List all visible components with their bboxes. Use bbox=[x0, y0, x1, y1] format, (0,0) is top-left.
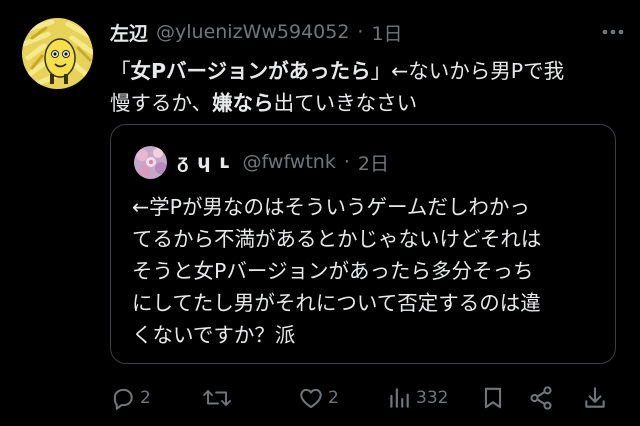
author-handle[interactable]: @yluenizWw594052 bbox=[156, 21, 349, 43]
fries-character-avatar bbox=[22, 18, 93, 89]
avatar[interactable] bbox=[22, 18, 93, 89]
quote-text-line: ←学Pが男なのはそういうゲームだしわかっ bbox=[132, 195, 530, 219]
download-button[interactable] bbox=[582, 383, 608, 413]
share-button[interactable] bbox=[528, 383, 554, 413]
action-bar: 2 2 332 bbox=[110, 383, 625, 413]
text-bold-phrase: 女Pバージョンがあったら bbox=[130, 59, 371, 83]
reply-count: 2 bbox=[140, 388, 151, 408]
views-count: 332 bbox=[416, 388, 449, 408]
tweet-text-line-1: 「女Pバージョンがあったら」←ないから男Pで我 bbox=[110, 55, 625, 87]
pink-floral-avatar bbox=[134, 146, 167, 179]
views-icon bbox=[390, 388, 409, 408]
quoted-tweet[interactable]: ᵹ ɥ ʟ @fwfwtnk · 2日 ←学Pが男なのはそういうゲームだしわかっ… bbox=[110, 124, 616, 364]
quote-header: ᵹ ɥ ʟ @fwfwtnk · 2日 bbox=[177, 147, 389, 177]
share-icon bbox=[530, 386, 552, 410]
text-bold-phrase-2: 嫌なら bbox=[212, 91, 274, 115]
bookmark-button[interactable] bbox=[480, 383, 506, 413]
text-post: 出ていきなさい bbox=[273, 91, 418, 115]
views-button[interactable]: 332 bbox=[386, 383, 448, 413]
retweet-button[interactable] bbox=[202, 383, 236, 413]
like-button[interactable]: 2 bbox=[298, 383, 339, 413]
heart-icon bbox=[300, 388, 322, 409]
like-count: 2 bbox=[328, 388, 339, 408]
quote-author-name[interactable]: ᵹ ɥ ʟ bbox=[177, 151, 231, 174]
quote-separator-dot: · bbox=[343, 151, 350, 173]
tweet-header: 左辺 @yluenizWw594052 · 1日 bbox=[110, 18, 403, 46]
quote-timestamp[interactable]: 2日 bbox=[358, 149, 389, 176]
quote-text-line: くないですか？派 bbox=[132, 323, 296, 347]
quote-text: ←学Pが男なのはそういうゲームだしわかっ てるから不満があるとかじゃないけどそれ… bbox=[132, 191, 602, 351]
separator-dot: · bbox=[357, 21, 364, 43]
quote-text-line: にしてたし男がそれについて否定するのは違 bbox=[132, 291, 541, 315]
tweet-text-line-2: 慢するか、嫌なら出ていきなさい bbox=[110, 87, 625, 119]
more-icon[interactable] bbox=[600, 20, 626, 44]
quote-text-line: てるから不満があるとかじゃないけどそれは bbox=[132, 227, 542, 251]
quote-avatar[interactable] bbox=[134, 146, 167, 179]
retweet-icon bbox=[203, 390, 231, 406]
tweet-text: 「女Pバージョンがあったら」←ないから男Pで我 慢するか、嫌なら出ていきなさい bbox=[110, 55, 625, 119]
tweet-timestamp[interactable]: 1日 bbox=[371, 19, 402, 46]
author-name[interactable]: 左辺 bbox=[110, 19, 148, 46]
download-icon bbox=[585, 387, 605, 408]
text-rest: 」←ないから男Pで我 bbox=[370, 59, 565, 83]
quote-author-handle[interactable]: @fwfwtnk bbox=[243, 151, 336, 173]
text-pre: 慢するか、 bbox=[110, 91, 213, 115]
reply-button[interactable]: 2 bbox=[110, 383, 151, 413]
text-open-bracket: 「 bbox=[110, 59, 131, 83]
bookmark-icon bbox=[484, 387, 502, 409]
quote-text-line: そうと女Pバージョンがあったら多分そっち bbox=[132, 259, 534, 283]
reply-icon bbox=[113, 388, 133, 410]
